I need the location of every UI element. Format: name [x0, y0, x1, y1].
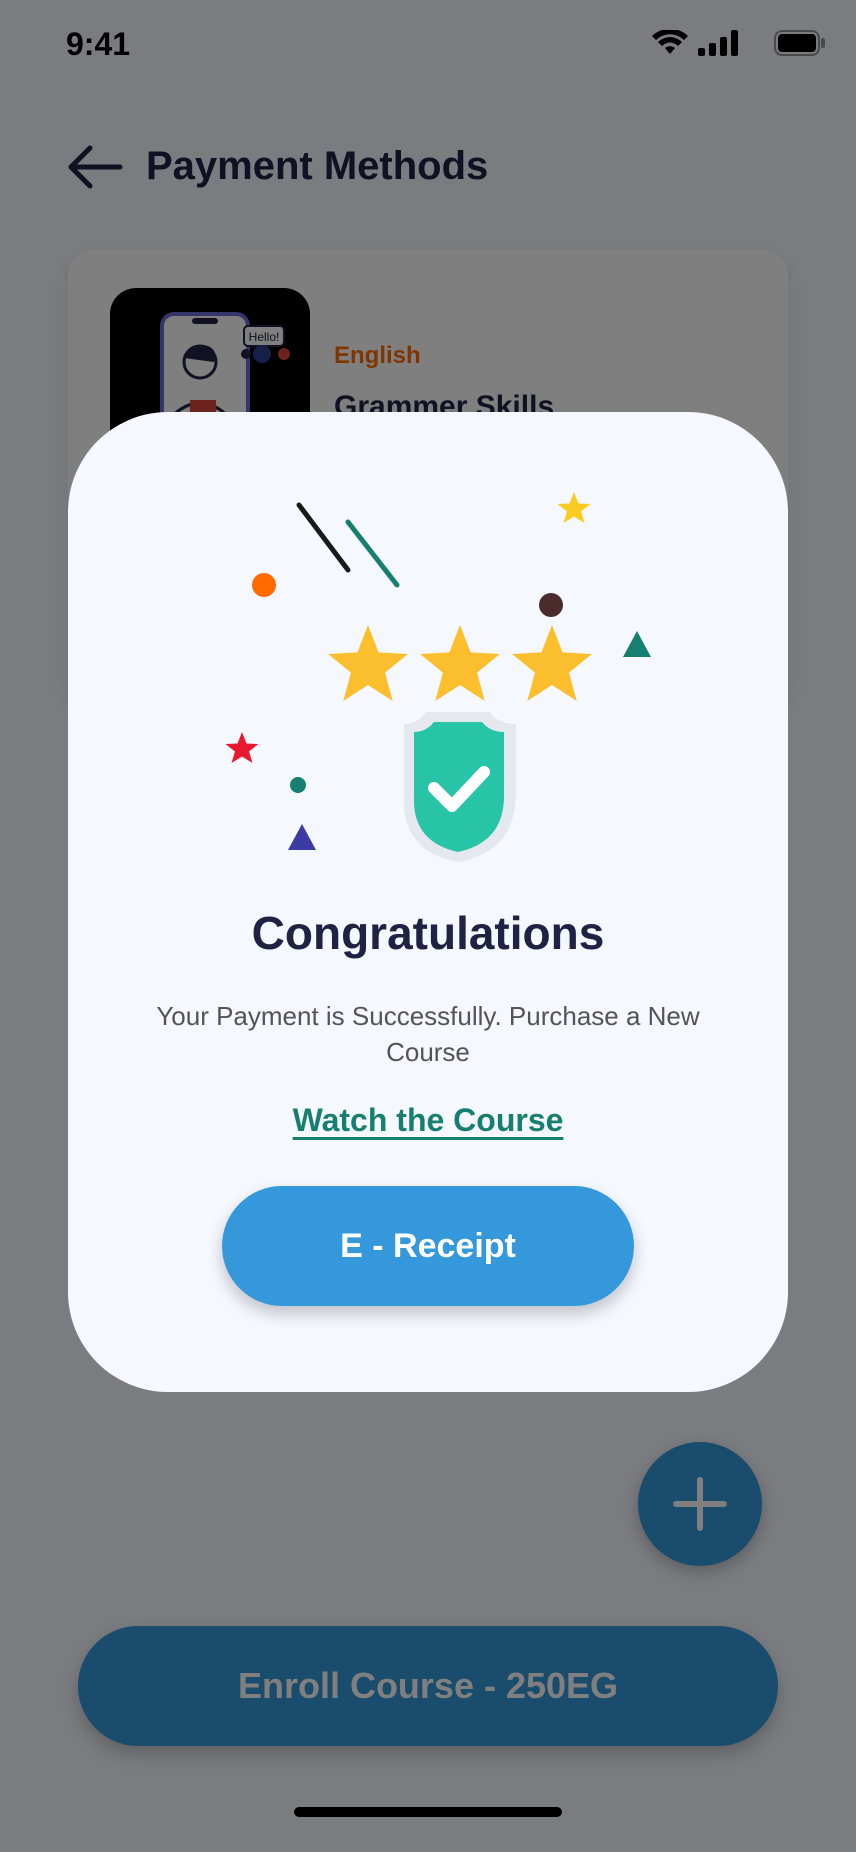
- rating-stars: [328, 625, 592, 701]
- confetti-dot-orange: [252, 573, 276, 597]
- payment-success-modal: Congratulations Your Payment is Successf…: [68, 412, 788, 1392]
- modal-message: Your Payment is Successfully. Purchase a…: [156, 1001, 700, 1067]
- confetti-dot-teal: [290, 777, 306, 793]
- confetti-line-teal: [345, 519, 400, 588]
- confetti-star-red: [225, 732, 259, 763]
- modal-title: Congratulations: [251, 907, 605, 959]
- confetti-triangle-teal: [623, 631, 651, 657]
- star-icon: [420, 625, 500, 701]
- e-receipt-button[interactable]: E - Receipt: [222, 1186, 634, 1306]
- confetti-dot-brown: [539, 593, 563, 617]
- success-illustration: [225, 492, 651, 862]
- star-icon: [512, 625, 592, 701]
- confetti-line-dark: [296, 502, 351, 573]
- shield-check-icon: [403, 712, 516, 862]
- confetti-triangle-indigo: [288, 824, 316, 850]
- star-icon: [328, 625, 408, 701]
- watch-course-link[interactable]: Watch the Course: [68, 1102, 788, 1139]
- confetti-star-yellow: [557, 492, 591, 523]
